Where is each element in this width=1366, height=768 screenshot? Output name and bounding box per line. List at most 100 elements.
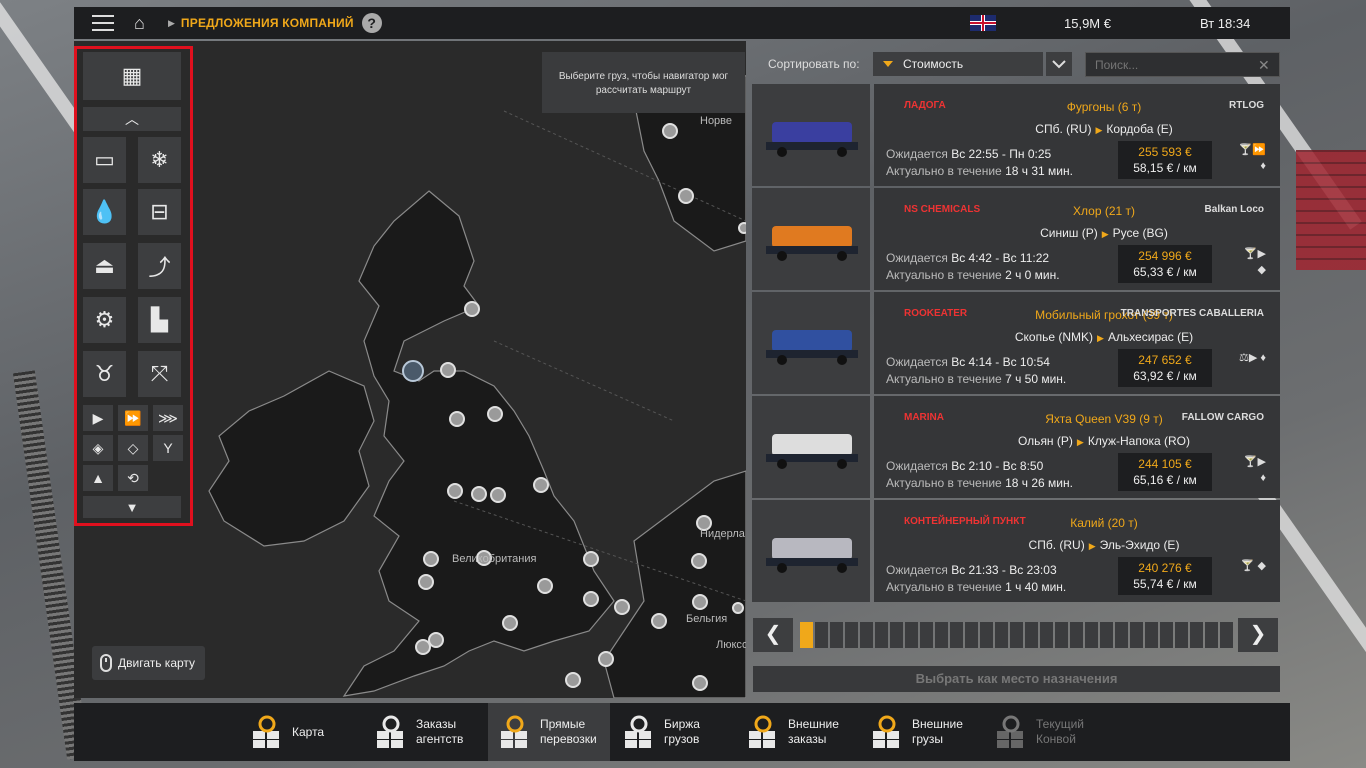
expected-label: Ожидается bbox=[886, 147, 948, 161]
page-indicator[interactable] bbox=[980, 622, 993, 648]
offer-row[interactable]: MARINA Яхта Queen V39 (9 т) FALLOW CARGO… bbox=[752, 396, 1280, 498]
tab-3[interactable]: Биржа грузов bbox=[622, 703, 736, 761]
heavy-machinery-icon[interactable]: ▙ bbox=[138, 297, 181, 343]
page-indicator[interactable] bbox=[995, 622, 1008, 648]
hazard-diamond-icon[interactable]: ◈ bbox=[83, 435, 113, 461]
weight-icon[interactable]: ▲ bbox=[83, 465, 113, 491]
page-indicator[interactable] bbox=[1205, 622, 1218, 648]
page-indicator[interactable] bbox=[860, 622, 873, 648]
move-map-button[interactable]: Двигать карту bbox=[92, 646, 206, 680]
page-indicator[interactable] bbox=[1010, 622, 1023, 648]
offer-row[interactable]: ROOKEATER Мобильный грохот (39 т) TRANSP… bbox=[752, 292, 1280, 394]
expected-value: Вс 21:33 - Вс 23:03 bbox=[951, 563, 1057, 577]
page-indicator[interactable] bbox=[965, 622, 978, 648]
valuable-gem-icon[interactable]: ◇ bbox=[118, 435, 148, 461]
page-indicator[interactable] bbox=[905, 622, 918, 648]
route-arrow-icon: ▶ bbox=[1101, 229, 1109, 239]
offer-row[interactable]: ЛАДОГА Фургоны (6 т) RTLOG СПб. (RU) ▶ Кор… bbox=[752, 84, 1280, 186]
prev-page-button[interactable]: ❮ bbox=[753, 618, 793, 652]
tab-label: Внешние грузы bbox=[912, 717, 963, 746]
filter-icon[interactable]: ▼ bbox=[83, 496, 181, 518]
offer-card: ROOKEATER Мобильный грохот (39 т) TRANSP… bbox=[874, 292, 1280, 394]
search-input[interactable] bbox=[1085, 52, 1280, 77]
route: СПб. (RU) ▶ Эль-Эхидо (E) bbox=[974, 538, 1234, 552]
valid-time: Актуально в течение 18 ч 26 мин. bbox=[886, 476, 1073, 490]
offer-row[interactable]: NS CHEMICALS Хлор (21 т) Balkan Loco Син… bbox=[752, 188, 1280, 290]
page-indicator[interactable] bbox=[1190, 622, 1203, 648]
game-time: Вт 18:34 bbox=[1200, 16, 1251, 31]
next-page-button[interactable]: ❯ bbox=[1238, 618, 1278, 652]
uk-flag-icon[interactable] bbox=[970, 15, 996, 31]
tab-1[interactable]: Заказы агентств bbox=[374, 703, 488, 761]
close-icon[interactable]: ✕ bbox=[1258, 57, 1270, 74]
gears-icon[interactable]: ⚙ bbox=[83, 297, 126, 343]
price-per-km: 65,16 € / км bbox=[1133, 473, 1197, 487]
page-indicator[interactable] bbox=[1085, 622, 1098, 648]
tab-5[interactable]: Внешние грузы bbox=[870, 703, 984, 761]
flatbed-icon[interactable]: ⊟ bbox=[138, 189, 181, 235]
cargo-stack-icon[interactable]: ▦ bbox=[83, 52, 181, 100]
page-indicator[interactable] bbox=[830, 622, 843, 648]
menu-icon[interactable] bbox=[92, 15, 114, 31]
page-indicator[interactable] bbox=[920, 622, 933, 648]
valid-label: Актуально в течение bbox=[886, 476, 1002, 490]
page-indicator[interactable] bbox=[1055, 622, 1068, 648]
page-indicator[interactable] bbox=[815, 622, 828, 648]
page-indicator[interactable] bbox=[1040, 622, 1053, 648]
page-indicator[interactable] bbox=[950, 622, 963, 648]
expected-time: Ожидается Вс 4:14 - Вс 10:54 bbox=[886, 355, 1050, 369]
valid-label: Актуально в течение bbox=[886, 268, 1002, 282]
route-to: Русе (BG) bbox=[1112, 226, 1168, 240]
page-indicator[interactable] bbox=[935, 622, 948, 648]
page-indicator[interactable] bbox=[1115, 622, 1128, 648]
double-trailer-icon[interactable]: ⟲ bbox=[118, 465, 148, 491]
speed-3-icon[interactable]: ⋙ bbox=[153, 405, 183, 431]
page-indicator[interactable] bbox=[1070, 622, 1083, 648]
chevron-up-icon[interactable]: ︿ bbox=[83, 107, 181, 131]
map-label-great-britain: Великобритания bbox=[452, 553, 537, 565]
price-box: 255 593 € 58,15 € / км bbox=[1118, 141, 1212, 179]
page-indicator[interactable] bbox=[1145, 622, 1158, 648]
page-indicator[interactable] bbox=[890, 622, 903, 648]
help-icon[interactable]: ? bbox=[361, 13, 382, 33]
page-indicator[interactable] bbox=[1220, 622, 1233, 648]
home-icon[interactable]: ⌂ bbox=[134, 14, 154, 32]
page-indicator[interactable] bbox=[1100, 622, 1113, 648]
bulk-icon[interactable]: ⏏ bbox=[83, 243, 126, 289]
oversize-icon[interactable]: ⤧ bbox=[138, 351, 181, 397]
map-icon bbox=[250, 715, 284, 749]
route-arrow-icon: ▶ bbox=[1076, 437, 1084, 447]
tab-0[interactable]: Карта bbox=[250, 703, 364, 761]
page-indicator[interactable] bbox=[845, 622, 858, 648]
sort-dropdown[interactable]: Стоимость bbox=[873, 52, 1043, 76]
page-indicator[interactable] bbox=[875, 622, 888, 648]
client-logo: FALLOW CARGO bbox=[1181, 411, 1264, 423]
client-logo: Balkan Loco bbox=[1204, 203, 1264, 215]
page-indicator[interactable] bbox=[1160, 622, 1173, 648]
page-indicator[interactable] bbox=[1175, 622, 1188, 648]
valid-time: Актуально в течение 2 ч 0 мин. bbox=[886, 268, 1060, 282]
liquid-drop-icon[interactable]: 💧 bbox=[83, 189, 126, 235]
offer-row[interactable]: КОНТЕЙНЕРНЫЙ ПУНКТ Калий (20 т) СПб. (RU… bbox=[752, 500, 1280, 602]
route: Скопье (NMK) ▶ Альхесирас (E) bbox=[974, 330, 1234, 344]
fragile-glass-icon[interactable]: Y bbox=[153, 435, 183, 461]
page-indicator[interactable] bbox=[1025, 622, 1038, 648]
snowflake-icon[interactable]: ❄ bbox=[138, 137, 181, 183]
box-trailer-icon[interactable]: ▭ bbox=[83, 137, 126, 183]
breadcrumb: ПРЕДЛОЖЕНИЯ КОМПАНИЙ bbox=[180, 16, 354, 30]
page-indicator[interactable] bbox=[800, 622, 813, 648]
company-logo: MARINA bbox=[904, 411, 944, 423]
route-to: Клуж-Напока (RO) bbox=[1087, 434, 1191, 448]
route-from: Синиш (P) bbox=[1040, 226, 1098, 240]
tab-4[interactable]: Внешние заказы bbox=[746, 703, 860, 761]
speed-1-icon[interactable]: ▶ bbox=[83, 405, 113, 431]
sort-expand-button[interactable] bbox=[1046, 52, 1072, 76]
livestock-icon[interactable]: ♉ bbox=[83, 351, 126, 397]
page-indicator[interactable] bbox=[1130, 622, 1143, 648]
route: Синиш (P) ▶ Русе (BG) bbox=[974, 226, 1234, 240]
expected-value: Вс 22:55 - Пн 0:25 bbox=[951, 147, 1052, 161]
lowboy-icon[interactable]: ⤴ bbox=[138, 243, 181, 289]
speed-2-icon[interactable]: ⏩ bbox=[118, 405, 148, 431]
select-destination-button[interactable]: Выбрать как место назначения bbox=[753, 666, 1280, 692]
tab-2[interactable]: Прямые перевозки bbox=[488, 703, 610, 761]
